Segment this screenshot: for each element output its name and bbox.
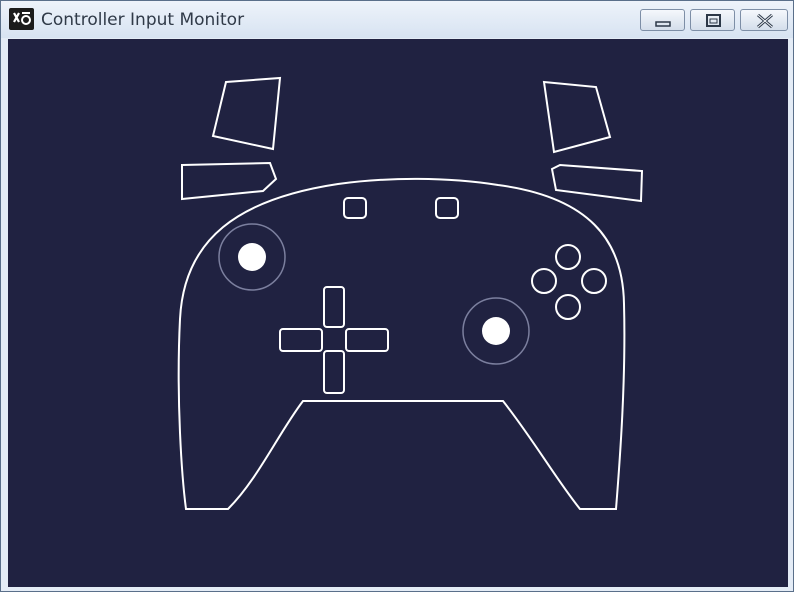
face-button-bottom[interactable] <box>555 294 581 320</box>
dpad-up[interactable] <box>323 286 345 328</box>
face-button-right[interactable] <box>581 268 607 294</box>
app-window: Controller Input Monitor <box>0 0 794 592</box>
left-trigger[interactable] <box>211 76 282 151</box>
face-button-left[interactable] <box>531 268 557 294</box>
select-button[interactable] <box>343 197 367 219</box>
start-button[interactable] <box>435 197 459 219</box>
right-bumper[interactable] <box>550 163 644 203</box>
controller-body-outline <box>177 177 626 510</box>
right-trigger[interactable] <box>542 80 612 154</box>
dpad-right[interactable] <box>345 328 389 352</box>
minimize-icon <box>655 21 671 27</box>
window-title: Controller Input Monitor <box>41 10 245 30</box>
dpad-left[interactable] <box>279 328 323 352</box>
title-bar[interactable]: Controller Input Monitor <box>1 1 793 38</box>
maximize-icon <box>706 14 721 27</box>
controller-canvas <box>8 39 788 587</box>
left-stick[interactable] <box>238 243 266 271</box>
maximize-button[interactable] <box>690 9 735 31</box>
left-bumper[interactable] <box>181 161 278 201</box>
minimize-button[interactable] <box>640 9 685 31</box>
controller-app-icon <box>9 8 34 30</box>
close-button[interactable] <box>740 9 788 31</box>
right-stick[interactable] <box>482 317 510 345</box>
close-icon <box>757 13 773 29</box>
dpad-down[interactable] <box>323 350 345 394</box>
face-button-top[interactable] <box>555 244 581 270</box>
